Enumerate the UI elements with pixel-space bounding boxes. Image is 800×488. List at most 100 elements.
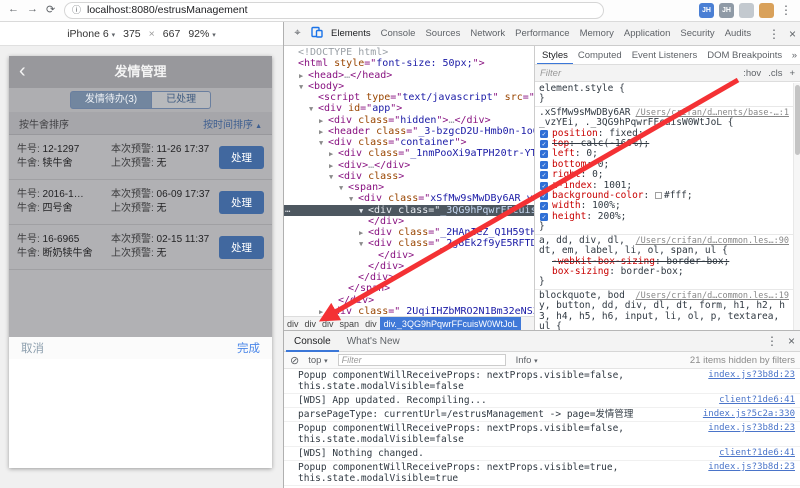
devtools-tab-network[interactable]: Network (465, 22, 510, 45)
site-info-icon[interactable]: ⓘ (72, 3, 81, 18)
dom-tree-node[interactable]: ▼ <span> (284, 182, 534, 193)
breadcrumb-item[interactable]: div (302, 319, 320, 329)
inspect-element-icon[interactable]: ⌖ (288, 27, 307, 40)
dom-tree-node[interactable]: …▼<div class="_3QG9hPqwrFFcuisW0WtJoL"> (284, 204, 534, 216)
done-button[interactable]: 完成 (237, 340, 260, 356)
styles-tab[interactable]: Computed (573, 46, 627, 64)
dom-tree-node[interactable]: </div> (284, 272, 534, 283)
styles-tab[interactable]: Event Listeners (627, 46, 702, 64)
dom-tree-node[interactable]: ▶<div class="_1nmPooXi9aTPH20tr-YThE">…<… (284, 148, 534, 159)
hov-toggle[interactable]: :hov (743, 68, 761, 79)
console-source-link[interactable]: client?1de6:41 (719, 395, 795, 406)
handle-button[interactable]: 处理 (219, 235, 264, 259)
extension-icon[interactable] (759, 3, 774, 18)
dom-tree-node[interactable]: ▶<header class="_3-bzgcD2U-Hmb0n-1o0_vc"… (284, 126, 534, 137)
device-width-field[interactable]: 375 (123, 28, 141, 40)
extension-icon[interactable]: JH (699, 3, 714, 18)
sort-bar: 按牛舍排序 按时间排序 ▲ (9, 112, 272, 135)
device-toolbar: iPhone 6 ▾ 375 × 667 92% ▾ (0, 22, 283, 46)
overflow-tabs-icon[interactable]: » (788, 46, 797, 64)
breadcrumb-item[interactable]: div._3QG9hPqwrFFcuisW0WtJoL (379, 317, 522, 330)
dom-tree-node[interactable]: </div> (284, 295, 534, 306)
devtools-tab-security[interactable]: Security (675, 22, 719, 45)
console-source-link[interactable]: index.js?3b8d:23 (708, 462, 795, 473)
dom-tree-node[interactable]: ▼ <body> (284, 81, 534, 92)
dom-tree-node[interactable]: ▶<div class="_2UqiIHZbMRO2N1Bm32eNS3">…<… (284, 306, 534, 316)
devtools-tab-audits[interactable]: Audits (720, 22, 756, 45)
reload-icon[interactable]: ⟳ (46, 3, 55, 16)
dom-tree-node[interactable]: <script type="text/javascript" src="/uap… (284, 92, 534, 103)
devtools-tab-console[interactable]: Console (376, 22, 421, 45)
execution-context-select[interactable]: top ▾ (308, 355, 327, 366)
device-toolbar-toggle-icon[interactable] (307, 25, 326, 43)
console-source-link[interactable]: index.js?5c2a:330 (703, 409, 795, 420)
dom-tree-node[interactable]: ▼<div class="_2g8Ek2f9yE5RFTD16-X17X"> (284, 238, 534, 249)
console-filter-bar: ⊘ top ▾ Filter Info ▾ 21 items hidden by… (284, 352, 800, 369)
clear-console-icon[interactable]: ⊘ (290, 354, 299, 367)
breadcrumb-item[interactable]: div (362, 319, 380, 329)
browser-menu-icon[interactable]: ⋮ (780, 3, 792, 17)
zoom-select[interactable]: 92% ▾ (188, 28, 215, 40)
dom-tree-node[interactable]: ▼ <div id="app"> (284, 103, 534, 114)
breadcrumb-item[interactable]: div (319, 319, 337, 329)
console-source-link[interactable]: index.js?3b8d:23 (708, 370, 795, 381)
dom-tree-node[interactable]: <html style="font-size: 50px;"> (284, 58, 534, 69)
cls-toggle[interactable]: .cls (768, 68, 782, 79)
handle-button[interactable]: 处理 (219, 145, 264, 169)
breadcrumb-item[interactable]: div (284, 319, 302, 329)
handle-button[interactable]: 处理 (219, 190, 264, 214)
console-filter-input[interactable]: Filter (337, 354, 506, 366)
extension-icon[interactable] (739, 3, 754, 18)
styles-tab[interactable]: DOM Breakpoints (702, 46, 787, 64)
dom-tree-node[interactable]: ▶ <head>…</head> (284, 70, 534, 81)
styles-filter-input[interactable]: Filter (540, 68, 736, 79)
dom-tree-node[interactable]: ▼ <div class="container"> (284, 137, 534, 148)
device-height-field[interactable]: 667 (163, 28, 181, 40)
cancel-button[interactable]: 取消 (21, 340, 44, 356)
back-icon[interactable]: ← (8, 3, 19, 15)
dom-tree-node[interactable]: </div> (284, 261, 534, 272)
breadcrumb-item[interactable]: span (337, 319, 363, 329)
forward-icon[interactable]: → (27, 3, 38, 15)
css-property[interactable]: ✓ height: 200%; (539, 211, 789, 222)
css-property[interactable]: box-sizing: border-box; (539, 266, 789, 277)
devtools-tab-memory[interactable]: Memory (575, 22, 619, 45)
dom-tree-node[interactable]: </span> (284, 283, 534, 294)
console-source-link[interactable]: client?1de6:41 (719, 448, 795, 459)
extension-icon[interactable]: JH (719, 3, 734, 18)
dom-tree-node[interactable]: ▶ <div class="hidden">…</div> (284, 115, 534, 126)
dom-tree-node[interactable]: </div> (284, 216, 534, 227)
console-source-link[interactable]: index.js?3b8d:23 (708, 423, 795, 434)
devtools-tab-elements[interactable]: Elements (326, 22, 376, 45)
back-chevron-icon[interactable]: ‹ (19, 56, 26, 87)
console-tab[interactable]: Console (286, 331, 339, 352)
color-swatch (654, 192, 662, 200)
devtools-tab-application[interactable]: Application (619, 22, 675, 45)
devtools-tab-sources[interactable]: Sources (420, 22, 465, 45)
console-tab[interactable]: What's New (339, 331, 408, 352)
app-tab[interactable]: 已处理 (152, 91, 212, 109)
devtools-close-icon[interactable]: × (789, 22, 796, 45)
sort-by-time-button[interactable]: 按时间排序 ▲ (203, 116, 262, 131)
devtools-tab-performance[interactable]: Performance (510, 22, 574, 45)
console-close-icon[interactable]: × (788, 331, 795, 352)
device-select[interactable]: iPhone 6 ▾ (67, 28, 115, 40)
sort-by-barn-button[interactable]: 按牛舍排序 (19, 116, 69, 131)
console-log-entry: client?1de6:41 [WDS] App updated. Recompi… (284, 394, 800, 408)
dom-tree-node[interactable]: ▶ <div>…</div> (284, 160, 534, 171)
log-level-select[interactable]: Info ▾ (516, 355, 538, 366)
new-style-rule-button[interactable]: + (789, 68, 795, 79)
styles-filter-bar: Filter :hov .cls + (535, 65, 800, 82)
styles-tab[interactable]: Styles (537, 46, 573, 64)
dom-tree-node[interactable]: <!DOCTYPE html> (284, 47, 534, 58)
dom-tree-node[interactable]: ▼ <div class> (284, 171, 534, 182)
dom-tree-node[interactable]: </div> (284, 250, 534, 261)
dom-tree-node[interactable]: ▶<div class="_2HAnIeZ_Q1H59tH9HqYWm">…</… (284, 227, 534, 238)
devtools-menu-icon[interactable]: ⋮ (768, 22, 780, 45)
console-menu-icon[interactable]: ⋮ (766, 331, 778, 352)
console-log-entry: index.js?3b8d:23 Popup componentWillRecei… (284, 461, 800, 486)
address-bar[interactable]: ⓘ localhost:8080/estrusManagement (64, 2, 604, 19)
dom-tree-node[interactable]: ▼<div class="xSfMw9sMwDBy6AR_vzYEi"> (284, 193, 534, 204)
app-tab[interactable]: 发情待办(3) (69, 91, 153, 109)
styles-scrollbar[interactable] (793, 83, 800, 330)
